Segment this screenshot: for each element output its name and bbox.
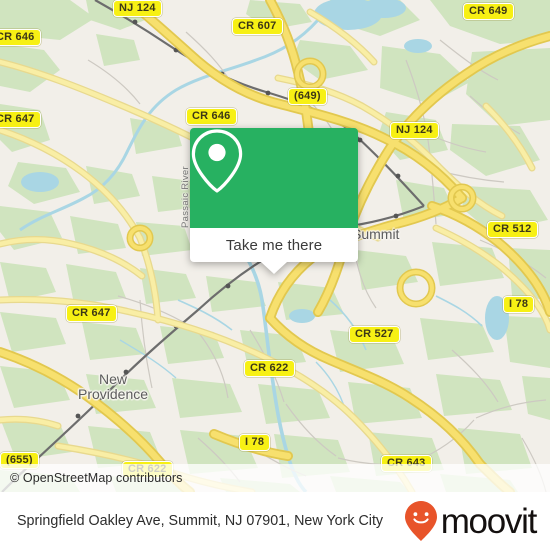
shield-label: CR 647: [0, 113, 35, 125]
shield-label: I 78: [245, 436, 265, 448]
map-canvas[interactable]: NJ 124 CR 607 CR 649 CR 646 (649) CR 647 CR 64…: [0, 0, 550, 492]
shield-label: CR 646: [192, 110, 231, 122]
take-me-there-label: Take me there: [225, 236, 323, 254]
shield-cr-647-left: CR 647: [0, 111, 41, 128]
shield-label: I 78: [509, 298, 529, 310]
shield-cr-649: CR 649: [463, 3, 514, 20]
shield-label: CR 527: [355, 328, 394, 340]
shield-nj-124-top: NJ 124: [113, 0, 162, 17]
shield-i-78-bottom: I 78: [239, 434, 271, 451]
shield-cr-622-mid: CR 622: [244, 360, 295, 377]
shield-649-paren: (649): [288, 88, 327, 105]
moovit-wordmark: moovit: [440, 501, 538, 541]
shield-label: CR 649: [469, 5, 508, 17]
take-me-there-button[interactable]: Take me there: [190, 228, 358, 262]
shield-nj-124-right: NJ 124: [390, 122, 439, 139]
shield-label: CR 647: [72, 307, 111, 319]
shield-cr-647-mid: CR 647: [66, 305, 117, 322]
moovit-logo[interactable]: moovit: [404, 500, 550, 542]
shield-cr-607: CR 607: [232, 18, 283, 35]
shield-label: NJ 124: [119, 2, 156, 14]
osm-attribution-bar: © OpenStreetMap contributors: [0, 464, 550, 492]
location-popup-card[interactable]: Take me there: [190, 128, 358, 274]
shield-label: NJ 124: [396, 124, 433, 136]
screenshot-root: NJ 124 CR 607 CR 649 CR 646 (649) CR 647 CR 64…: [0, 0, 550, 550]
popup-tail: [261, 262, 287, 274]
shield-label: CR 646: [0, 31, 35, 43]
caption-bar: Springfield Oakley Ave, Summit, NJ 07901…: [0, 492, 550, 550]
map-pin-icon: [191, 129, 243, 193]
shield-label: CR 607: [238, 20, 277, 32]
shield-cr-512: CR 512: [487, 221, 538, 238]
address-caption: Springfield Oakley Ave, Summit, NJ 07901…: [17, 512, 384, 529]
popup-pin-area: [190, 128, 358, 228]
place-label-summit: Summit: [352, 226, 400, 242]
osm-attribution-text: © OpenStreetMap contributors: [10, 471, 183, 485]
shield-label: CR 512: [493, 223, 532, 235]
shield-cr-527: CR 527: [349, 326, 400, 343]
place-label-new-providence: New Providence: [78, 371, 149, 402]
shield-label: CR 622: [250, 362, 289, 374]
moovit-smiley-pin-icon: [404, 501, 437, 541]
shield-cr-646-mid: CR 646: [186, 108, 237, 125]
shield-cr-646-left: CR 646: [0, 29, 41, 46]
shield-i-78-right: I 78: [503, 296, 535, 313]
shield-label: (649): [294, 90, 321, 102]
